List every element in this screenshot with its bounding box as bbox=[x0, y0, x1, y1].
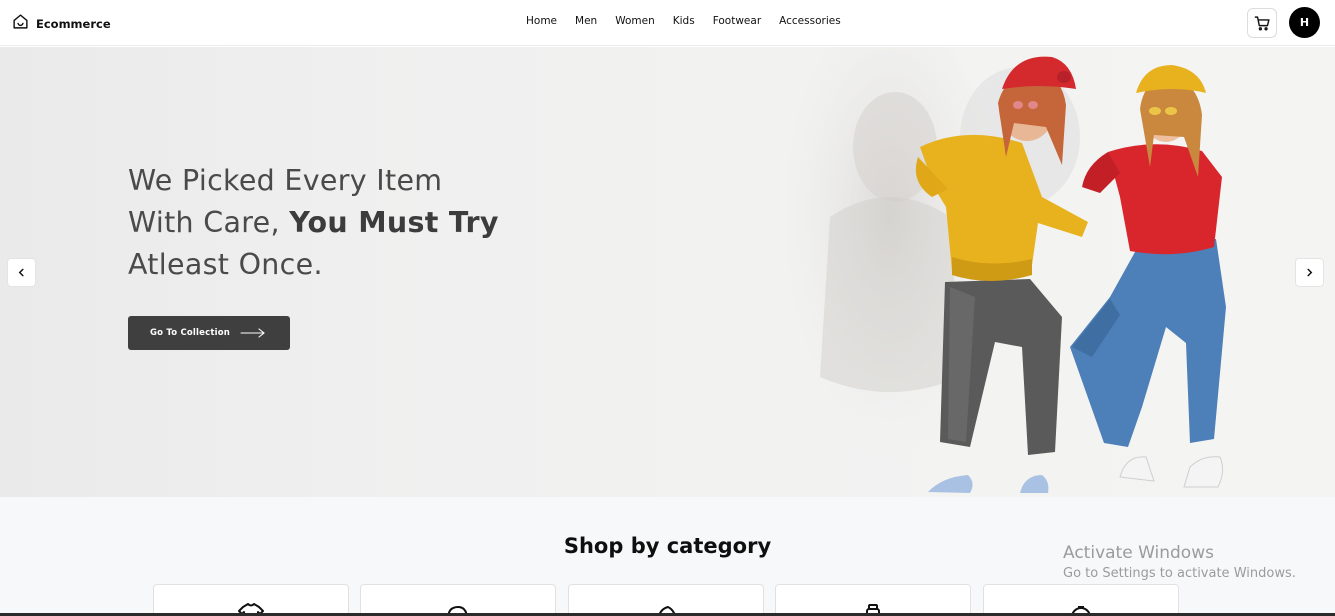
nav-link-kids[interactable]: Kids bbox=[673, 15, 695, 27]
nav-link-accessories[interactable]: Accessories bbox=[779, 15, 841, 27]
cart-icon bbox=[1254, 15, 1270, 30]
carousel-next-button[interactable] bbox=[1295, 258, 1324, 287]
main-nav: Home Men Women Kids Footwear Accessories bbox=[526, 15, 859, 27]
hero-headline-bold: You Must Try bbox=[289, 206, 499, 239]
category-card-footwear[interactable] bbox=[568, 584, 764, 616]
chevron-right-icon bbox=[1307, 268, 1313, 277]
brand-name: Ecommerce bbox=[36, 17, 111, 31]
category-card-shirts[interactable] bbox=[153, 584, 349, 616]
category-card-watches[interactable] bbox=[983, 584, 1179, 616]
watermark-subtitle: Go to Settings to activate Windows. bbox=[1063, 566, 1296, 581]
brand-logo-link[interactable]: Ecommerce bbox=[12, 13, 111, 35]
nav-link-women[interactable]: Women bbox=[615, 15, 655, 27]
top-navbar: Ecommerce Home Men Women Kids Footwear A… bbox=[0, 0, 1335, 46]
arrow-right-icon bbox=[240, 328, 265, 338]
go-to-collection-button[interactable]: Go To Collection bbox=[128, 316, 290, 350]
nav-link-men[interactable]: Men bbox=[575, 15, 597, 27]
hero-models-image bbox=[780, 47, 1226, 493]
cta-label: Go To Collection bbox=[150, 328, 231, 338]
user-avatar[interactable]: H bbox=[1289, 7, 1320, 38]
nav-link-home[interactable]: Home bbox=[526, 15, 557, 27]
hero-headline-line-1: We Picked Every Item bbox=[128, 164, 443, 197]
hero-headline-regular: With Care, bbox=[128, 206, 290, 239]
chevron-left-icon bbox=[18, 268, 24, 277]
nav-link-footwear[interactable]: Footwear bbox=[713, 15, 761, 27]
cart-button[interactable] bbox=[1247, 8, 1277, 38]
category-card-bottles[interactable] bbox=[775, 584, 971, 616]
hero-headline-line-2: With Care, You Must Try bbox=[128, 202, 499, 244]
carousel-prev-button[interactable] bbox=[7, 258, 36, 287]
hero-banner: We Picked Every Item With Care, You Must… bbox=[0, 47, 1335, 497]
hero-headline-line-3: Atleast Once. bbox=[128, 248, 323, 281]
windows-activation-watermark: Activate Windows Go to Settings to activ… bbox=[1063, 543, 1296, 581]
hero-headline: We Picked Every Item With Care, You Must… bbox=[128, 160, 499, 286]
home-store-icon bbox=[12, 13, 29, 35]
category-card-caps[interactable] bbox=[360, 584, 556, 616]
watermark-title: Activate Windows bbox=[1063, 543, 1214, 563]
